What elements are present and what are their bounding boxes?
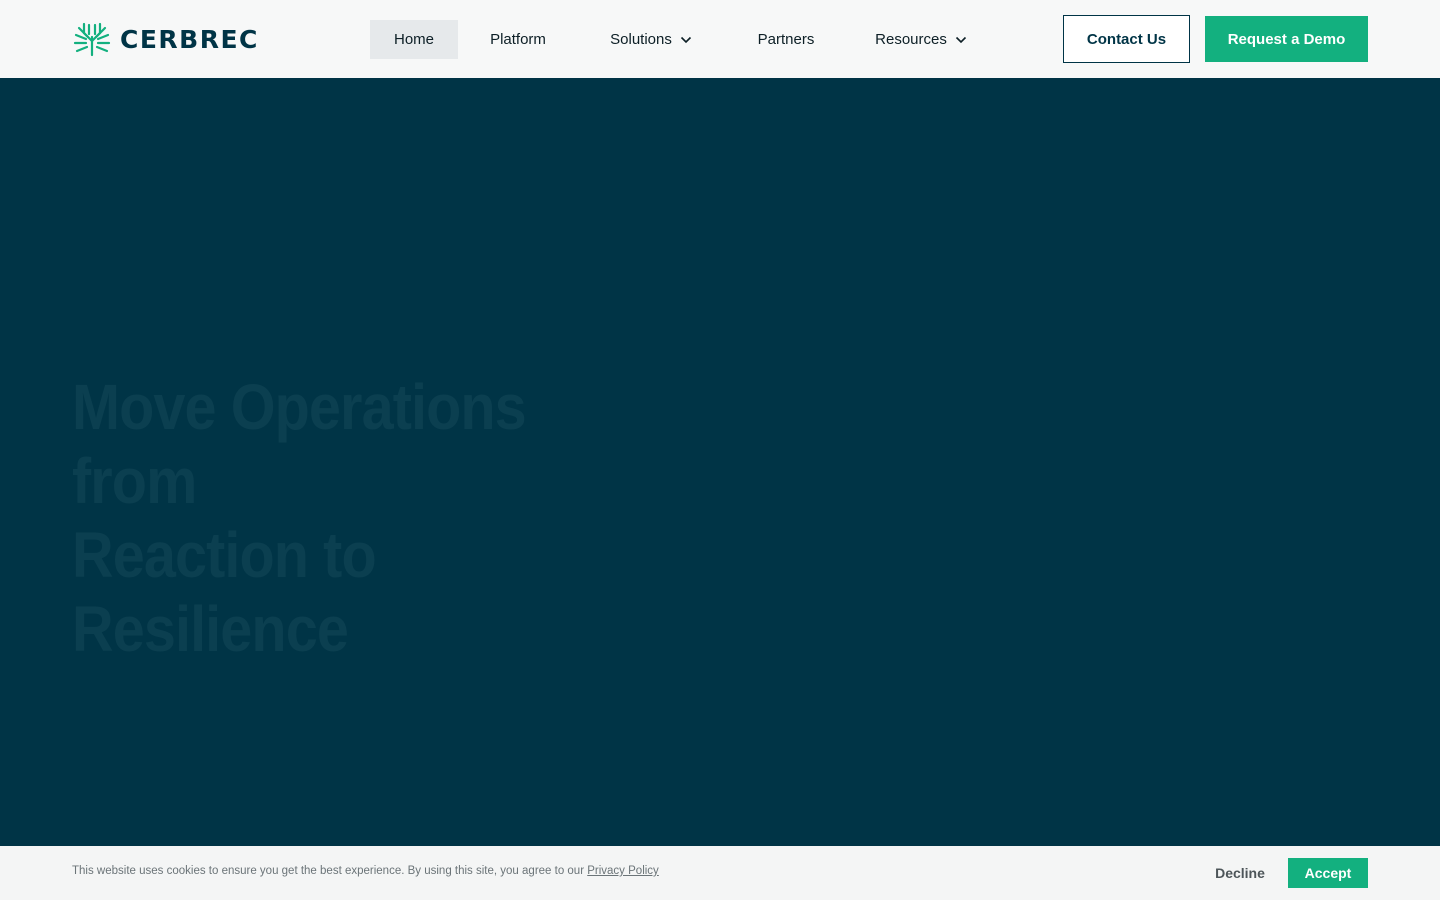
main-nav: Home Platform Solutions Partners Resourc…	[370, 20, 989, 59]
nav-item-home[interactable]: Home	[370, 20, 458, 59]
nav-item-resources[interactable]: Resources	[853, 20, 989, 59]
hero-title: Move Operations from Reaction to Resilie…	[72, 370, 648, 666]
chevron-down-icon	[955, 31, 967, 48]
decline-cookies-button[interactable]: Decline	[1200, 858, 1280, 888]
brand-logo[interactable]: CERBREC	[72, 20, 259, 58]
hero-title-line-2: Reaction to Resilience	[72, 519, 377, 665]
cerbrec-tree-icon	[73, 22, 111, 57]
nav-item-partners[interactable]: Partners	[727, 20, 845, 59]
accept-cookies-button[interactable]: Accept	[1288, 858, 1368, 888]
hero-title-line-1: Move Operations from	[72, 371, 527, 517]
nav-item-label: Platform	[490, 31, 546, 48]
request-demo-button[interactable]: Request a Demo	[1205, 16, 1368, 62]
nav-item-platform[interactable]: Platform	[458, 20, 578, 59]
contact-us-button[interactable]: Contact Us	[1063, 15, 1190, 63]
nav-item-label: Partners	[757, 31, 815, 48]
privacy-policy-link[interactable]: Privacy Policy	[587, 865, 659, 877]
brand-name: CERBREC	[120, 24, 259, 54]
nav-item-label: Home	[393, 31, 434, 48]
hero-section: Move Operations from Reaction to Resilie…	[0, 78, 1440, 846]
nav-item-label: Solutions	[610, 31, 672, 48]
chevron-down-icon	[680, 31, 692, 48]
nav-item-solutions[interactable]: Solutions	[583, 20, 719, 59]
cookie-message-text: This website uses cookies to ensure you …	[72, 865, 588, 877]
top-navbar: CERBREC Home Platform Solutions Partners…	[0, 0, 1440, 78]
nav-item-label: Resources	[875, 31, 947, 48]
cookie-consent-banner: This website uses cookies to ensure you …	[0, 846, 1440, 900]
cookie-message: This website uses cookies to ensure you …	[72, 865, 659, 877]
